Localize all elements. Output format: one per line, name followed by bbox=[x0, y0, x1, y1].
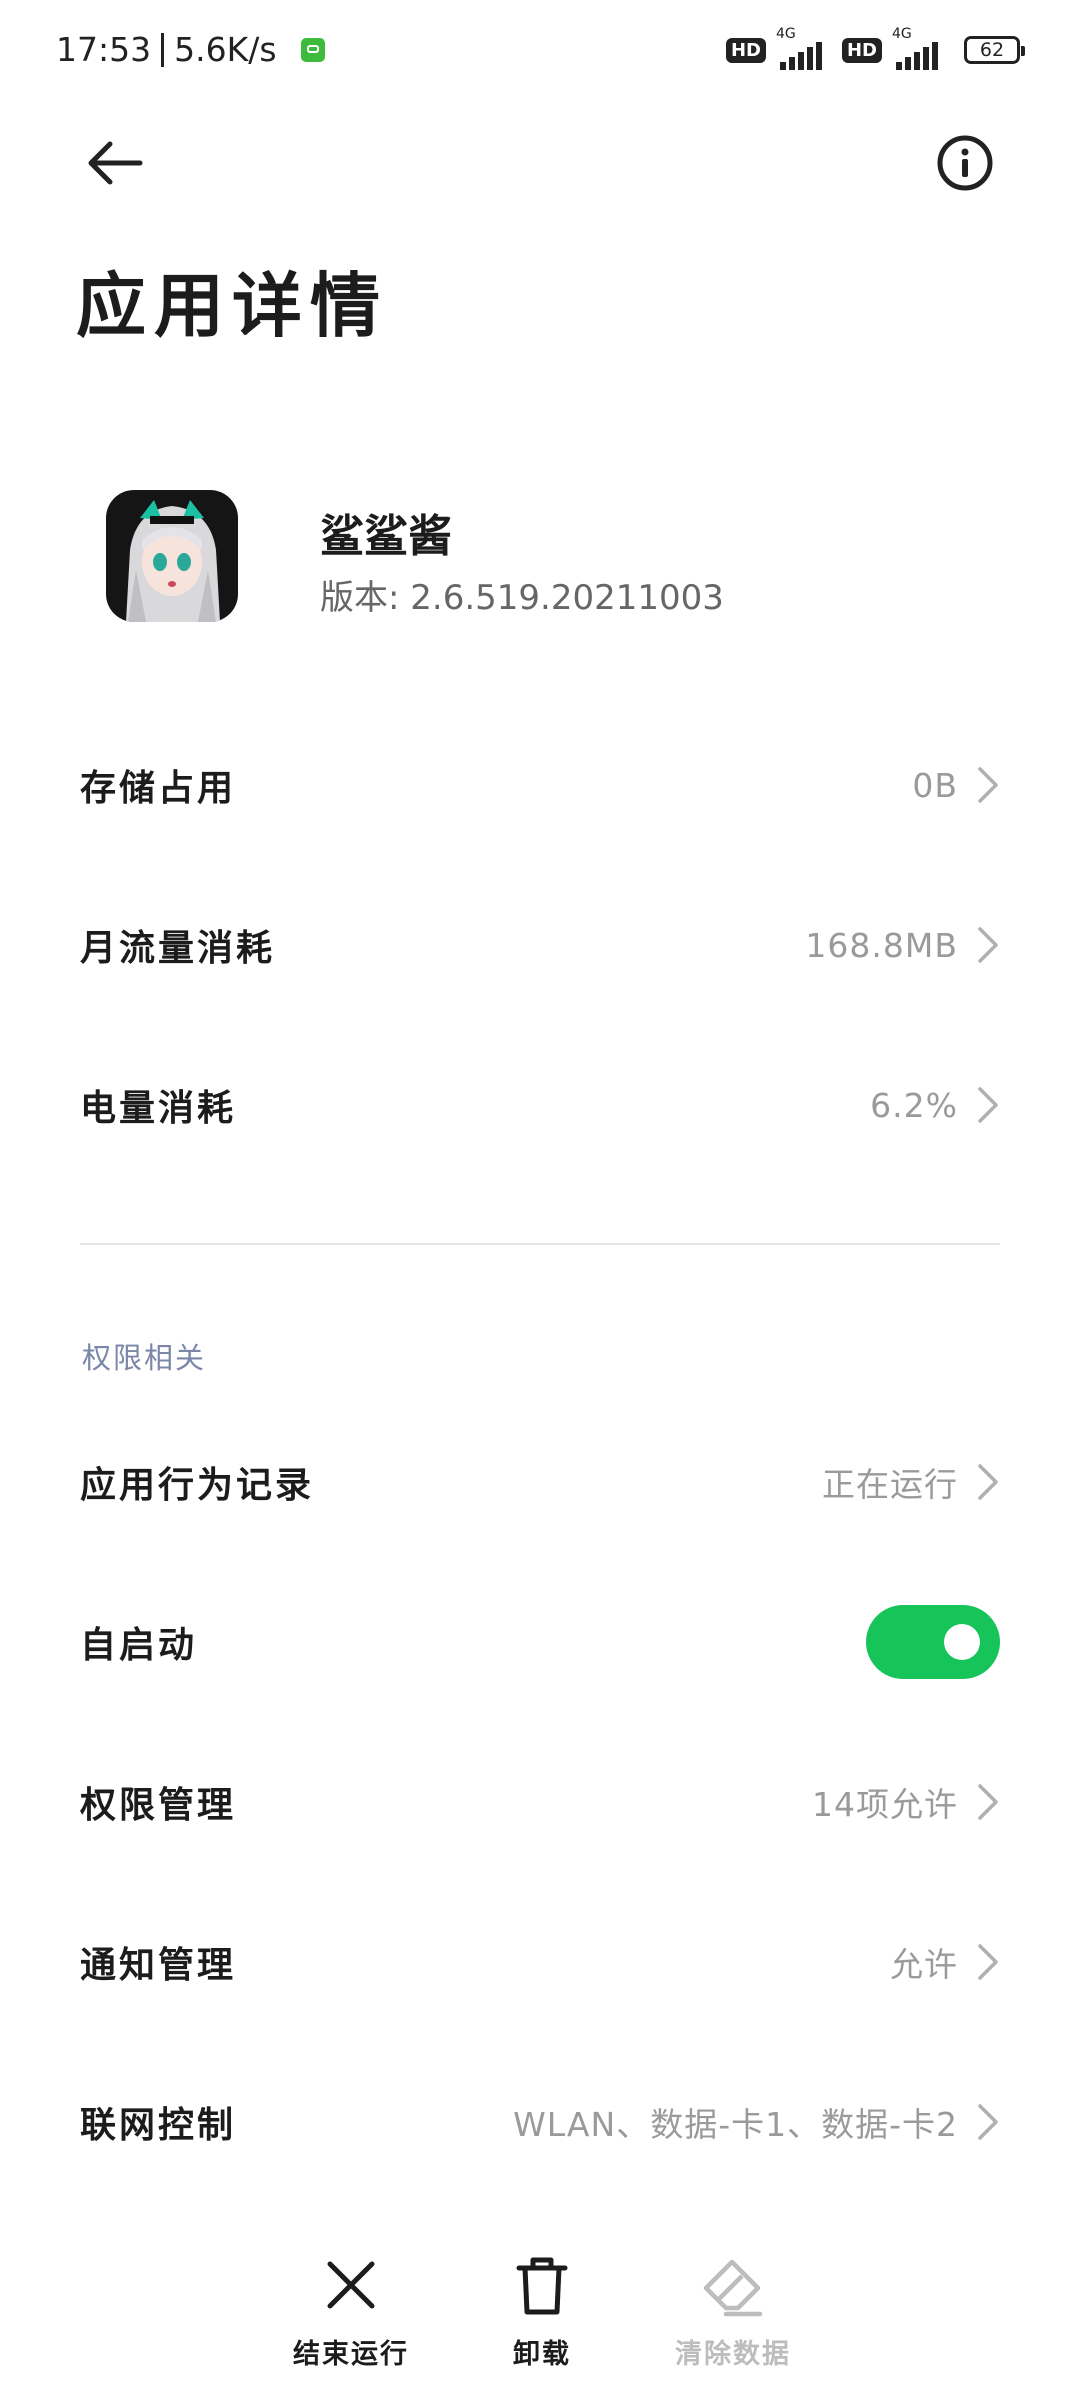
chevron-right-icon bbox=[978, 1944, 998, 1980]
force-stop-label: 结束运行 bbox=[293, 2339, 409, 2370]
network-control-row[interactable]: 联网控制 WLAN、数据-卡1、数据-卡2 bbox=[80, 2072, 1000, 2172]
eraser-icon bbox=[703, 2259, 763, 2317]
battery-usage-label: 电量消耗 bbox=[80, 1088, 237, 1129]
chevron-right-icon bbox=[978, 1087, 998, 1123]
toggle-knob bbox=[944, 1624, 980, 1660]
network-control-label: 联网控制 bbox=[80, 2105, 237, 2146]
status-separator bbox=[161, 32, 165, 67]
arrow-left-icon bbox=[88, 141, 143, 185]
data-usage-value: 168.8MB bbox=[805, 925, 958, 965]
auto-start-row: 自启动 bbox=[80, 1592, 1000, 1692]
info-icon bbox=[937, 135, 993, 191]
permission-management-label: 权限管理 bbox=[80, 1785, 237, 1826]
storage-label: 存储占用 bbox=[80, 768, 237, 809]
notification-management-value: 允许 bbox=[890, 1945, 958, 1984]
behavior-log-row[interactable]: 应用行为记录 正在运行 bbox=[80, 1432, 1000, 1532]
auto-start-toggle[interactable] bbox=[866, 1605, 1000, 1679]
permissions-section-title: 权限相关 bbox=[82, 1341, 207, 1375]
clear-data-label: 清除数据 bbox=[675, 2339, 791, 2370]
status-bar: 17:53 5.6K/s HD 4G HD 4G 62 bbox=[0, 0, 1080, 105]
hd-badge-1: HD bbox=[725, 37, 766, 63]
battery-usage-value: 6.2% bbox=[870, 1085, 958, 1125]
app-version: 版本: 2.6.519.20211003 bbox=[320, 578, 724, 618]
close-icon bbox=[327, 2261, 375, 2309]
permission-management-value: 14项允许 bbox=[812, 1785, 958, 1824]
uninstall-button[interactable]: 卸载 bbox=[462, 2250, 622, 2371]
storage-value: 0B bbox=[912, 765, 958, 805]
notification-management-row[interactable]: 通知管理 允许 bbox=[80, 1912, 1000, 2012]
status-left: 17:53 5.6K/s bbox=[56, 30, 325, 69]
section-divider bbox=[80, 1243, 1000, 1245]
trash-icon bbox=[516, 2257, 568, 2315]
network-type-2: 4G bbox=[892, 26, 912, 42]
info-button[interactable] bbox=[930, 128, 1000, 198]
auto-start-label: 自启动 bbox=[80, 1625, 198, 1666]
uninstall-label: 卸载 bbox=[513, 2339, 571, 2370]
page-title: 应用详情 bbox=[76, 265, 388, 347]
clock: 17:53 bbox=[56, 30, 152, 69]
chevron-right-icon bbox=[978, 1784, 998, 1820]
app-icon bbox=[106, 490, 238, 622]
network-control-value: WLAN、数据-卡1、数据-卡2 bbox=[513, 2105, 958, 2144]
behavior-log-value: 正在运行 bbox=[822, 1465, 958, 1504]
storage-row[interactable]: 存储占用 0B bbox=[80, 735, 1000, 835]
network-speed: 5.6K/s bbox=[174, 30, 277, 69]
chevron-right-icon bbox=[978, 927, 998, 963]
permission-management-row[interactable]: 权限管理 14项允许 bbox=[80, 1752, 1000, 1852]
clear-data-button[interactable]: 清除数据 bbox=[653, 2250, 813, 2371]
data-usage-label: 月流量消耗 bbox=[80, 928, 276, 969]
chevron-right-icon bbox=[978, 1464, 998, 1500]
battery-usage-row[interactable]: 电量消耗 6.2% bbox=[80, 1055, 1000, 1155]
hd-badge-2: HD bbox=[841, 37, 882, 63]
chevron-right-icon bbox=[978, 2104, 998, 2140]
network-type-1: 4G bbox=[775, 26, 796, 42]
battery-icon: 62 bbox=[964, 36, 1025, 64]
notification-management-label: 通知管理 bbox=[80, 1945, 237, 1986]
status-right: HD 4G HD 4G 62 bbox=[725, 26, 1025, 72]
data-usage-row[interactable]: 月流量消耗 168.8MB bbox=[80, 895, 1000, 995]
back-button[interactable] bbox=[80, 128, 150, 198]
behavior-log-label: 应用行为记录 bbox=[80, 1465, 315, 1506]
force-stop-button[interactable]: 结束运行 bbox=[271, 2250, 431, 2371]
signal-icon-2: 4G bbox=[890, 26, 950, 72]
chevron-right-icon bbox=[978, 767, 998, 803]
notification-app-icon bbox=[300, 37, 325, 62]
app-name: 鲨鲨酱 bbox=[320, 511, 452, 562]
signal-icon-1: 4G bbox=[774, 26, 834, 72]
